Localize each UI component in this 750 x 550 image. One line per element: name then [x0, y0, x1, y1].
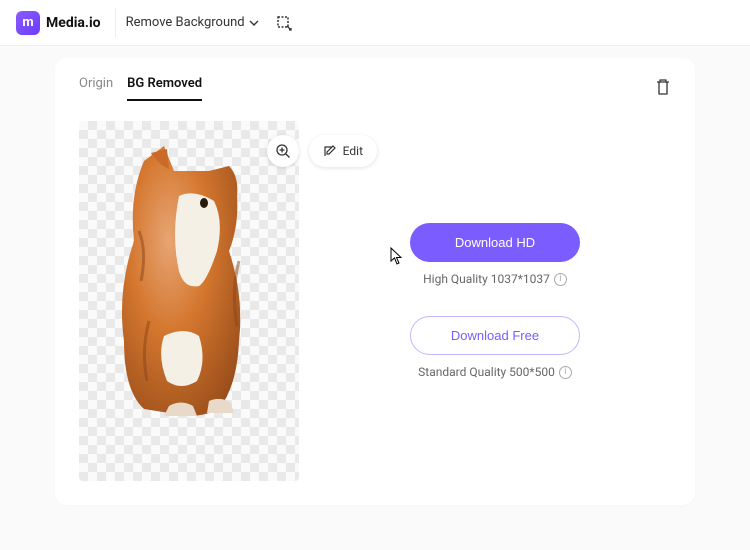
- edit-icon: [323, 144, 337, 158]
- editor-panel: Origin BG Removed: [55, 58, 695, 505]
- panel-header: Origin BG Removed: [79, 76, 671, 101]
- download-free-button[interactable]: Download Free: [410, 316, 580, 355]
- info-icon[interactable]: i: [554, 273, 567, 286]
- tool-dropdown[interactable]: Remove Background: [126, 15, 259, 30]
- subject-image: [89, 141, 289, 421]
- crop-tool-icon[interactable]: [275, 14, 293, 32]
- chevron-down-icon: [249, 18, 259, 28]
- tab-bar: Origin BG Removed: [79, 76, 202, 101]
- download-panel: Download HD High Quality 1037*1037 i Dow…: [319, 121, 671, 481]
- tab-origin[interactable]: Origin: [79, 76, 113, 101]
- zoom-button[interactable]: [267, 135, 299, 167]
- preview-area: Edit: [79, 121, 299, 481]
- app-header: m Media.io Remove Background: [0, 0, 750, 46]
- image-preview[interactable]: [79, 121, 299, 481]
- info-icon[interactable]: i: [559, 366, 572, 379]
- preview-controls: Edit: [267, 135, 377, 167]
- workspace: Origin BG Removed: [0, 46, 750, 550]
- hd-info: High Quality 1037*1037 i: [423, 272, 567, 286]
- free-info: Standard Quality 500*500 i: [418, 365, 572, 379]
- delete-button[interactable]: [655, 78, 671, 100]
- tab-bg-removed[interactable]: BG Removed: [127, 76, 202, 101]
- brand-logo[interactable]: m Media.io: [16, 8, 116, 38]
- logo-mark: m: [16, 11, 40, 35]
- tool-label: Remove Background: [126, 15, 245, 30]
- brand-name: Media.io: [46, 15, 101, 31]
- edit-button[interactable]: Edit: [309, 135, 377, 167]
- panel-content: Edit Download HD High Quality 1037*1037 …: [79, 121, 671, 481]
- edit-label: Edit: [343, 144, 363, 158]
- zoom-in-icon: [275, 143, 291, 159]
- download-hd-button[interactable]: Download HD: [410, 223, 580, 262]
